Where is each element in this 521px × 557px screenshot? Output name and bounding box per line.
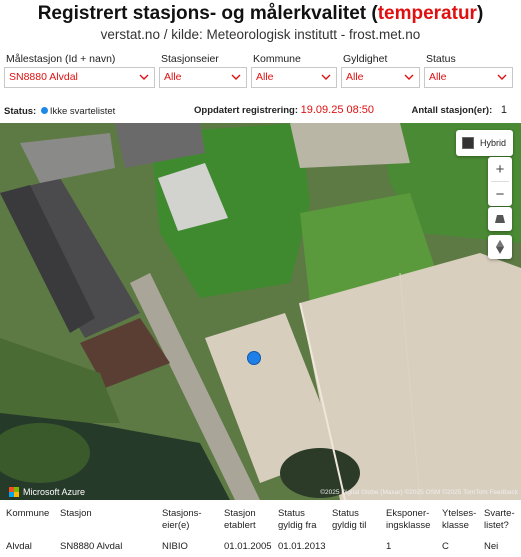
filter-bar: Målestasjon (Id + navn) SN8880 Alvdal St… bbox=[4, 51, 517, 88]
station-count: Antall stasjon(er): 1 bbox=[411, 104, 507, 116]
table-cell: Nei bbox=[484, 541, 499, 552]
column-header[interactable]: Svarte-listet? bbox=[482, 508, 517, 538]
zoom-out-button[interactable]: − bbox=[488, 182, 512, 206]
column-header[interactable]: Stasjon etablert bbox=[222, 508, 276, 538]
station-table: Kommune Stasjon Stasjons-eier(e) Stasjon… bbox=[4, 508, 517, 553]
status-select[interactable]: Alle bbox=[424, 67, 513, 88]
zoom-control: + − bbox=[488, 157, 512, 206]
column-header[interactable]: Ytelses-klasse bbox=[440, 508, 482, 538]
pitch-button[interactable] bbox=[488, 207, 512, 231]
filter-label: Målestasjon (Id + navn) bbox=[6, 53, 116, 65]
column-header[interactable]: Eksponer-ingsklasse bbox=[384, 508, 440, 538]
table-cell: Alvdal bbox=[6, 541, 32, 552]
chevron-down-icon bbox=[321, 74, 331, 80]
microsoft-logo-icon bbox=[9, 487, 19, 497]
table-cell bbox=[330, 538, 384, 553]
column-header[interactable]: Status gyldig til bbox=[330, 508, 384, 538]
table-cell: SN8880 Alvdal bbox=[60, 541, 123, 552]
status-dot-icon bbox=[40, 107, 48, 114]
count-value: 1 bbox=[500, 104, 507, 116]
filter-label: Kommune bbox=[253, 53, 301, 65]
pitch-icon bbox=[495, 215, 505, 223]
map-view[interactable]: Hybrid + − Microsoft Azure ©2025 Digital… bbox=[0, 123, 521, 500]
filter-owner: Stasjonseier Alle bbox=[159, 51, 247, 88]
page-title: Registrert stasjons- og målerkvalitet (t… bbox=[37, 3, 484, 24]
select-value: Alle bbox=[256, 71, 274, 83]
hybrid-style-button[interactable]: Hybrid bbox=[456, 130, 513, 156]
table-cell: 1 bbox=[386, 541, 392, 552]
table-cell: NIBIO bbox=[162, 541, 188, 552]
municipality-select[interactable]: Alle bbox=[251, 67, 337, 88]
zoom-in-button[interactable]: + bbox=[488, 157, 512, 181]
filter-validity: Gyldighet Alle bbox=[341, 51, 420, 88]
page-subtitle: verstat.no / kilde: Meteorologisk instit… bbox=[100, 27, 421, 42]
count-label: Antall stasjon(er): bbox=[411, 105, 493, 116]
filter-municipality: Kommune Alle bbox=[251, 51, 337, 88]
updated-value: 19.09.25 08:50 bbox=[300, 104, 375, 116]
title-main: Registrert stasjons- og målerkvalitet bbox=[37, 3, 367, 24]
status-legend-text: Ikke svartelistet bbox=[49, 106, 116, 117]
table-row[interactable]: Alvdal SN8880 Alvdal NIBIO 01.01.2005 01… bbox=[4, 538, 517, 553]
updated-info: Oppdatert registrering: 19.09.25 08:50 bbox=[194, 104, 374, 116]
title-accent: temperatur bbox=[377, 3, 477, 24]
select-value: SN8880 Alvdal bbox=[9, 71, 78, 83]
column-header[interactable]: Stasjons-eier(e) bbox=[160, 508, 222, 538]
validity-select[interactable]: Alle bbox=[341, 67, 420, 88]
station-marker[interactable] bbox=[247, 351, 261, 365]
satellite-imagery bbox=[0, 123, 521, 500]
filter-status: Status Alle bbox=[424, 51, 513, 88]
station-select[interactable]: SN8880 Alvdal bbox=[4, 67, 155, 88]
hybrid-label: Hybrid bbox=[480, 138, 507, 148]
owner-select[interactable]: Alle bbox=[159, 67, 247, 88]
status-label: Status: bbox=[4, 106, 37, 117]
column-header[interactable]: Stasjon bbox=[58, 508, 160, 538]
azure-logo: Microsoft Azure bbox=[9, 487, 85, 497]
filter-label: Gyldighet bbox=[343, 53, 388, 65]
compass-button[interactable] bbox=[488, 235, 512, 259]
filter-label: Status bbox=[426, 53, 456, 65]
filter-label: Stasjonseier bbox=[161, 53, 219, 65]
filter-station: Målestasjon (Id + navn) SN8880 Alvdal bbox=[4, 51, 155, 88]
map-provider: Microsoft Azure bbox=[23, 487, 86, 497]
status-bar: Status: Ikke svartelistet Oppdatert regi… bbox=[4, 104, 517, 120]
map-attribution: ©2025 Digital Globe (Maxar) ©2025 OSM ©2… bbox=[320, 489, 518, 496]
compass-icon bbox=[496, 240, 504, 254]
table-header-row: Kommune Stasjon Stasjons-eier(e) Stasjon… bbox=[4, 508, 517, 538]
select-value: Alle bbox=[346, 71, 364, 83]
status-legend: Status: Ikke svartelistet bbox=[4, 106, 115, 117]
select-value: Alle bbox=[164, 71, 182, 83]
chevron-down-icon bbox=[497, 74, 507, 80]
chevron-down-icon bbox=[139, 74, 149, 80]
updated-label: Oppdatert registrering: bbox=[194, 105, 298, 116]
map-style-icon bbox=[462, 137, 474, 149]
chevron-down-icon bbox=[231, 74, 241, 80]
column-header[interactable]: Kommune bbox=[4, 508, 58, 538]
select-value: Alle bbox=[429, 71, 447, 83]
chevron-down-icon bbox=[404, 74, 414, 80]
table-cell: 01.01.2013 bbox=[278, 541, 326, 552]
table-cell: 01.01.2005 bbox=[224, 541, 272, 552]
column-header[interactable]: Status gyldig fra bbox=[276, 508, 330, 538]
table-cell: C bbox=[442, 541, 449, 552]
